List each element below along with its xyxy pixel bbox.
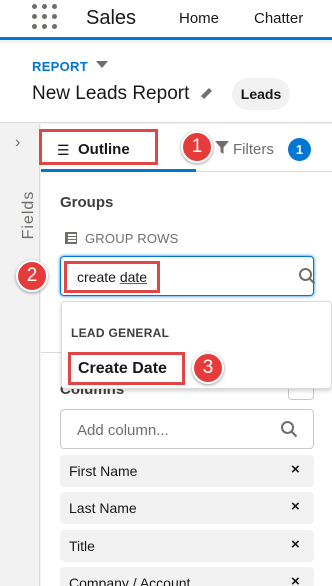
dropdown-option-label: Create Date <box>78 360 167 377</box>
search-icon <box>299 268 316 285</box>
nav-tab-chatter[interactable]: Chatter <box>254 10 303 27</box>
nav-tab-home[interactable]: Home <box>179 10 219 27</box>
chevron-right-icon[interactable]: › <box>15 134 20 152</box>
tab-outline-label: Outline <box>78 141 130 158</box>
column-item-label: Last Name <box>69 500 137 516</box>
report-eyebrow: REPORT <box>32 59 88 74</box>
column-item[interactable]: Title × <box>60 530 314 562</box>
app-launcher-icon[interactable] <box>32 4 58 30</box>
group-search-value: create date <box>77 269 148 285</box>
close-icon[interactable]: × <box>291 573 300 586</box>
groups-heading: Groups <box>60 194 114 211</box>
close-icon[interactable]: × <box>291 498 300 515</box>
filters-count-badge: 1 <box>288 138 311 161</box>
annotation-marker-3: 3 <box>192 352 224 384</box>
filter-icon[interactable] <box>215 141 229 155</box>
list-icon: ☰ <box>57 142 70 158</box>
add-column-placeholder: Add column... <box>77 422 169 439</box>
chevron-down-icon[interactable] <box>96 61 108 68</box>
column-item-label: First Name <box>69 463 138 479</box>
tab-filters[interactable]: Filters <box>233 141 274 158</box>
column-item[interactable]: Last Name × <box>60 492 314 524</box>
group-rows-label: GROUP ROWS <box>85 231 179 246</box>
group-rows-icon <box>65 232 77 244</box>
report-header: REPORT New Leads Report Leads <box>0 43 332 123</box>
annotation-marker-2: 2 <box>16 260 48 292</box>
tab-outline[interactable]: ☰ Outline <box>41 124 196 172</box>
close-icon[interactable]: × <box>291 536 300 553</box>
add-column-input[interactable]: Add column... <box>60 409 314 449</box>
close-icon[interactable]: × <box>291 461 300 478</box>
column-item-label: Title <box>69 538 95 554</box>
app-name: Sales <box>86 7 137 29</box>
column-item[interactable]: First Name × <box>60 455 314 487</box>
search-icon <box>281 421 298 438</box>
report-type-pill: Leads <box>232 78 290 110</box>
pencil-icon[interactable] <box>198 86 214 102</box>
fields-rail[interactable]: › Fields <box>0 124 40 586</box>
global-nav: Sales Home Chatter <box>0 0 332 40</box>
fields-rail-label[interactable]: Fields <box>20 190 38 240</box>
group-search-input[interactable]: create date <box>60 256 316 296</box>
annotation-marker-1: 1 <box>181 131 213 163</box>
report-title: New Leads Report <box>32 83 190 104</box>
column-item[interactable]: Company / Account × <box>60 567 314 586</box>
column-item-label: Company / Account <box>69 575 191 586</box>
dropdown-section-header: LEAD GENERAL <box>71 326 170 340</box>
